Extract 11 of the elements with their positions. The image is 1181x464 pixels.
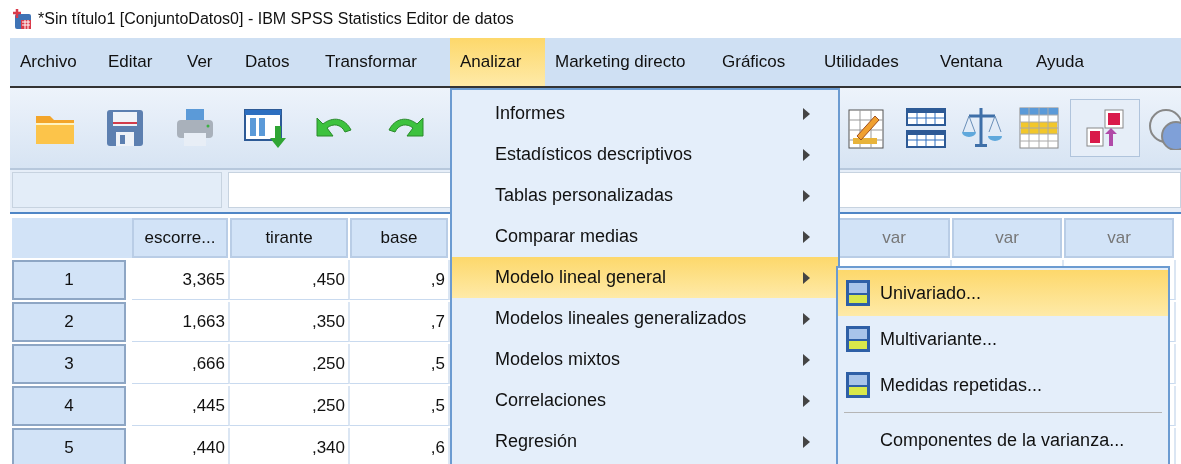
table-cell: ,350 (230, 302, 350, 342)
table-cell: 1,663 (132, 302, 230, 342)
table-cell: ,250 (230, 386, 350, 426)
table-cell: ,450 (230, 260, 350, 300)
table-cell: ,250 (230, 344, 350, 384)
table-cell: 3,365 (132, 260, 230, 300)
table-cell: ,440 (132, 428, 230, 464)
table-cell: ,666 (132, 344, 230, 384)
window-title: *Sin título1 [ConjuntoDatos0] - IBM SPSS Statistics Editor de datos (38, 10, 514, 28)
table-cell: ,340 (230, 428, 350, 464)
table-cell: ,445 (132, 386, 230, 426)
